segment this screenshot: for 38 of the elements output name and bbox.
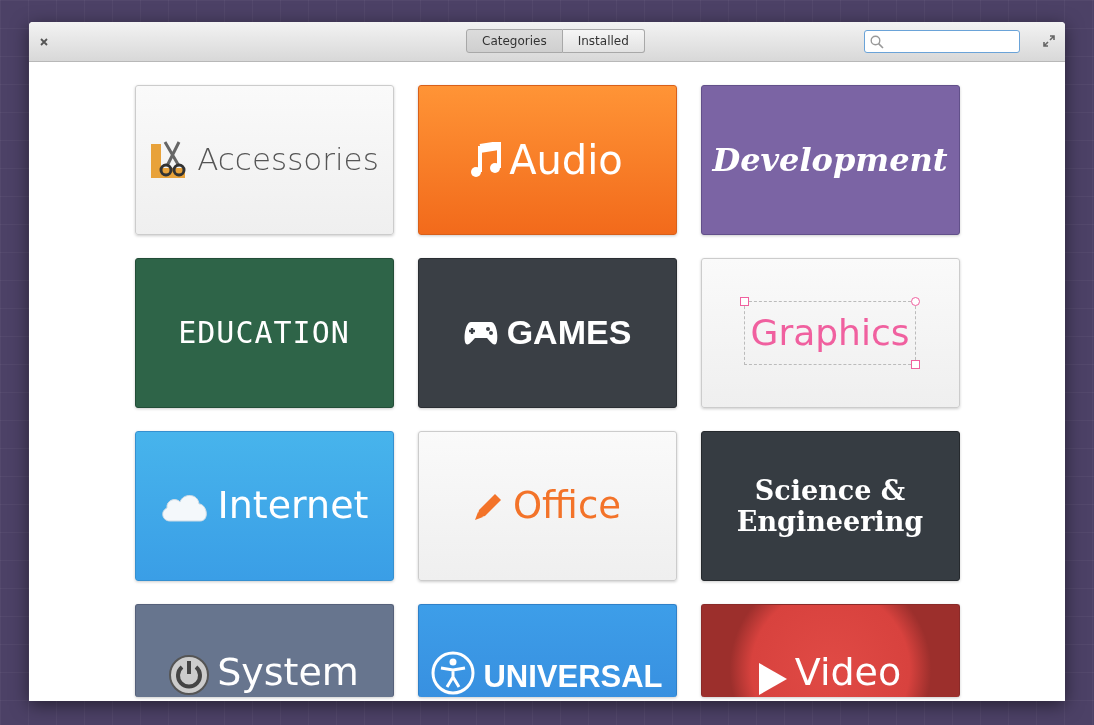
category-tile[interactable]: Video [700, 604, 960, 697]
category-tile[interactable]: Internet [134, 431, 394, 581]
square-handle [739, 297, 749, 307]
category-tile[interactable]: Development [700, 85, 960, 235]
tab[interactable]: Categories [466, 29, 563, 53]
maximize-icon[interactable] [1043, 35, 1055, 47]
gamepad-icon [462, 320, 499, 346]
tab[interactable]: Installed [562, 29, 645, 53]
category-tile[interactable]: Audio [417, 85, 677, 235]
power-icon [169, 655, 210, 695]
search-icon [870, 34, 884, 49]
category-label: EDUCATION [178, 315, 350, 351]
round-handle [911, 297, 921, 307]
category-label: UNIVERSAL [483, 659, 663, 695]
close-icon[interactable] [39, 36, 49, 47]
category-label: System [217, 651, 359, 695]
square-handle [911, 359, 921, 369]
category-tile[interactable]: EDUCATION [134, 258, 394, 408]
music-note-icon [471, 142, 502, 178]
category-tile[interactable]: GAMES [417, 258, 677, 408]
category-label: Internet [217, 484, 369, 528]
search-field[interactable] [864, 30, 1020, 53]
category-label: GAMES [506, 313, 632, 353]
category-label: Graphics [750, 312, 910, 354]
category-tile[interactable]: Office [417, 431, 677, 581]
category-tile[interactable]: UNIVERSAL [417, 604, 677, 697]
category-label: Development [712, 141, 948, 179]
category-label: Office [513, 484, 621, 528]
category-tile[interactable]: Accessories [134, 85, 394, 235]
accessibility-icon [431, 651, 476, 695]
category-label: Audio [509, 137, 623, 183]
play-icon [758, 663, 787, 695]
category-label: Accessories [197, 142, 379, 178]
category-label: Science & Engineering [735, 474, 925, 538]
category-label: Video [794, 651, 902, 695]
category-tile[interactable]: System [134, 604, 394, 697]
category-tile[interactable]: Graphics [700, 258, 960, 408]
category-tile[interactable]: Science & Engineering [700, 431, 960, 581]
